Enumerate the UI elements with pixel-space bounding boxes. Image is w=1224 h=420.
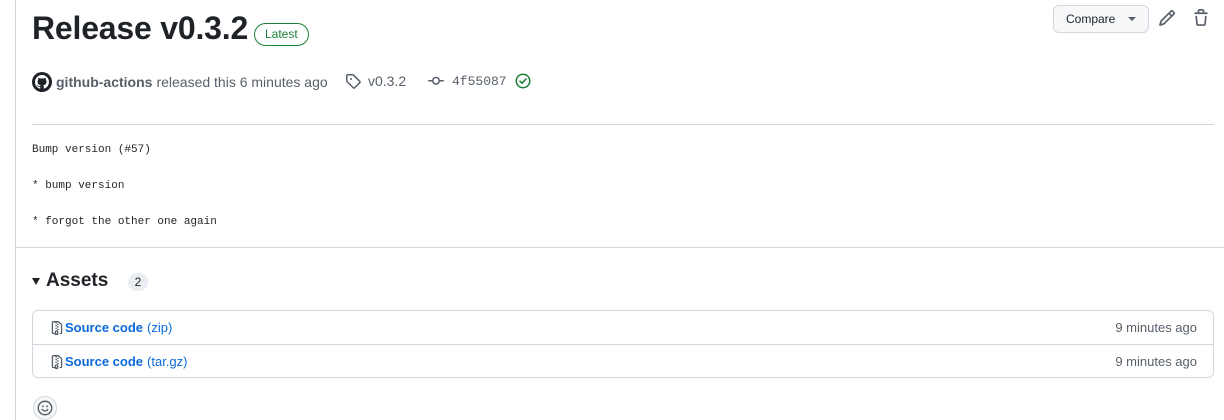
asset-timestamp: 9 minutes ago — [1115, 354, 1197, 369]
assets-list: Source code (zip) 9 minutes ago Source c… — [32, 310, 1214, 378]
compare-button[interactable]: Compare — [1053, 5, 1149, 33]
add-reaction-button[interactable] — [33, 396, 57, 420]
asset-timestamp: 9 minutes ago — [1115, 320, 1197, 335]
release-note-line: Bump version (#57) — [32, 144, 151, 156]
commit-sha: 4f55087 — [452, 73, 507, 89]
git-commit-icon — [428, 76, 444, 85]
tag-icon — [346, 74, 361, 89]
asset-download-link[interactable]: Source code (zip) — [50, 320, 172, 336]
assets-title: Assets — [46, 270, 109, 291]
commit-link[interactable]: 4f55087 — [428, 73, 531, 89]
smiley-icon — [37, 400, 53, 416]
pencil-icon[interactable] — [1158, 9, 1176, 27]
asset-download-link[interactable]: Source code (tar.gz) — [50, 354, 188, 370]
trash-icon[interactable] — [1192, 9, 1210, 27]
asset-name: Source code — [65, 320, 144, 335]
caret-down-icon — [1128, 17, 1136, 21]
triangle-down-icon — [32, 277, 40, 285]
released-text: released this 6 minutes ago — [156, 74, 328, 90]
list-item: Source code (tar.gz) 9 minutes ago — [33, 345, 1213, 378]
file-zip-icon — [51, 320, 63, 335]
divider — [32, 124, 1214, 125]
list-item: Source code (zip) 9 minutes ago — [33, 311, 1213, 344]
asset-ext: (zip) — [147, 320, 173, 335]
avatar[interactable] — [32, 72, 52, 92]
asset-name: Source code — [65, 354, 144, 369]
tag-link[interactable]: v0.3.2 — [345, 73, 406, 89]
assets-toggle[interactable]: Assets — [32, 270, 108, 292]
check-circle-icon[interactable] — [515, 73, 531, 89]
release-notes: Bump version (#57) * bump version * forg… — [32, 144, 217, 252]
compare-button-label: Compare — [1066, 12, 1116, 26]
tag-label: v0.3.2 — [368, 73, 407, 89]
asset-ext: (tar.gz) — [147, 354, 188, 369]
page-title: Release v0.3.2 — [32, 10, 249, 46]
release-meta: github-actions released this 6 minutes a… — [32, 72, 328, 92]
assets-count-badge: 2 — [128, 273, 148, 291]
github-logo-icon — [35, 75, 49, 89]
file-zip-icon — [51, 354, 63, 369]
release-note-line: * bump version — [32, 180, 125, 192]
latest-badge: Latest — [254, 23, 309, 46]
author-link[interactable]: github-actions — [56, 74, 152, 90]
page-left-border — [15, 0, 16, 420]
divider — [16, 247, 1224, 248]
